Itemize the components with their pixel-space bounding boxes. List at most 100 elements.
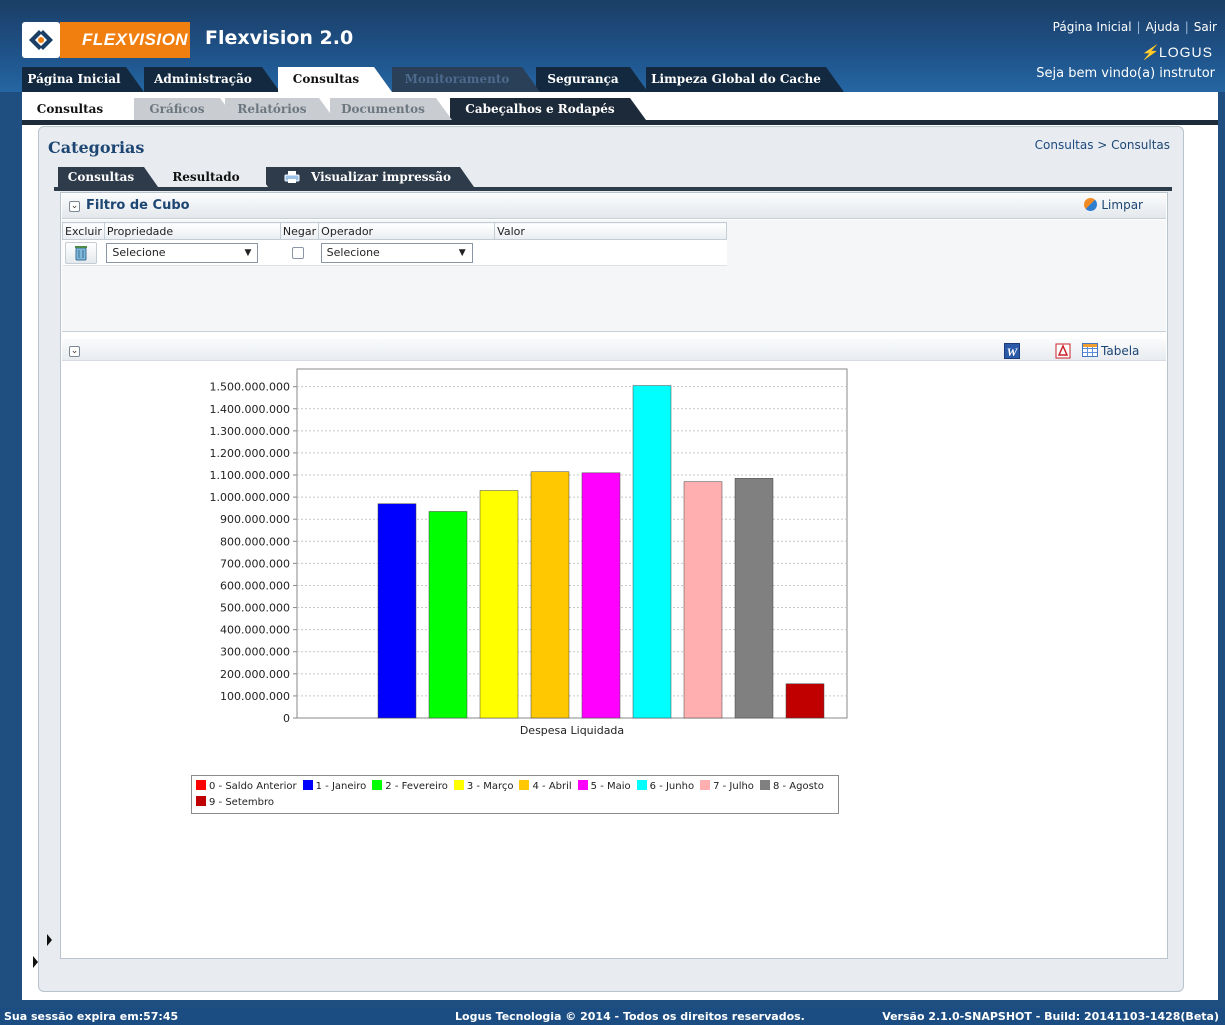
tab-consultas[interactable]: Consultas	[278, 67, 392, 92]
legend-label: 1 - Janeiro	[315, 781, 367, 792]
legend-label: 3 - Março	[466, 781, 514, 792]
breadcrumb: Consultas > Consultas	[1034, 138, 1170, 152]
col-excluir: Excluir	[62, 222, 105, 240]
y-tick-label: 500.000.000	[220, 602, 290, 615]
property-select[interactable]: Selecione ▼	[106, 242, 259, 263]
dropdown-arrow-icon: ▼	[244, 247, 252, 258]
filter-table: Excluir Propriedade Negar Operador Valor…	[62, 222, 728, 266]
y-tick-label: 200.000.000	[220, 668, 290, 681]
tab-consultas-inner[interactable]: Consultas	[58, 167, 158, 187]
expand-arrow-icon[interactable]	[33, 956, 38, 968]
legend-label: 4 - Abril	[532, 781, 572, 792]
delete-row-button[interactable]	[64, 241, 97, 264]
legend-swatch	[372, 780, 383, 790]
legend-swatch	[302, 780, 313, 790]
y-tick-label: 1.000.000.000	[210, 491, 290, 504]
legend-swatch	[577, 780, 588, 790]
legend-label: 0 - Saldo Anterior	[209, 781, 297, 792]
legend-item: 0 - Saldo Anterior	[196, 779, 297, 795]
word-icon[interactable]: W	[1004, 343, 1020, 359]
col-propriedade: Propriedade	[103, 222, 281, 240]
dropdown-arrow-icon: ▼	[458, 247, 466, 258]
y-tick-label: 900.000.000	[220, 513, 290, 526]
subtab-relatorios[interactable]: Relatórios	[225, 98, 335, 120]
legend-item: 6 - Junho	[636, 779, 695, 795]
tab-pagina-inicial[interactable]: Página Inicial	[22, 67, 144, 92]
legend-swatch	[453, 780, 464, 790]
table-view-button[interactable]: Tabela	[1082, 343, 1139, 358]
filter-title: Filtro de Cubo	[86, 198, 190, 213]
page-title: Categorias	[48, 138, 145, 157]
bar-1	[377, 503, 417, 719]
bar-3	[479, 490, 519, 719]
help-link[interactable]: Ajuda	[1146, 20, 1180, 34]
col-valor: Valor	[494, 222, 728, 240]
legend-swatch	[759, 780, 770, 790]
value-cell[interactable]	[494, 239, 727, 266]
negate-checkbox[interactable]	[292, 247, 305, 259]
legend-item: 1 - Janeiro	[302, 779, 367, 795]
result-header	[62, 339, 1166, 361]
legend-swatch	[196, 780, 206, 790]
flexvision-logo-icon	[22, 22, 60, 58]
pdf-icon[interactable]	[1055, 343, 1071, 363]
breadcrumb-item[interactable]: Consultas	[1035, 138, 1094, 152]
operator-select[interactable]: Selecione ▼	[320, 242, 473, 263]
clear-filter-button[interactable]: Limpar	[1084, 198, 1143, 212]
subtab-graficos[interactable]: Gráficos	[134, 98, 236, 120]
y-tick-label: 0	[283, 712, 290, 725]
tab-visualizar-impressao[interactable]: Visualizar impressão	[266, 167, 474, 187]
legend-item: 7 - Julho	[700, 779, 754, 795]
col-operador: Operador	[318, 222, 496, 240]
tab-limpeza-cache[interactable]: Limpeza Global do Cache	[646, 67, 844, 92]
legend-swatch	[700, 780, 711, 790]
tab-visualizar-label: Visualizar impressão	[310, 170, 451, 184]
clear-label: Limpar	[1101, 198, 1143, 212]
legend-item: 2 - Fevereiro	[372, 779, 448, 795]
table-label: Tabela	[1101, 344, 1140, 358]
tab-seguranca[interactable]: Segurança	[536, 67, 648, 92]
bar-8	[734, 478, 774, 719]
collapse-filter-icon[interactable]: ⌄	[69, 201, 80, 212]
tab-resultado[interactable]: Resultado	[158, 167, 268, 187]
y-tick-label: 100.000.000	[220, 690, 290, 703]
filter-header	[62, 194, 1166, 219]
tab-monitoramento: Monitoramento	[392, 67, 540, 92]
logus-logo: ⚡LOGUS	[1140, 44, 1213, 60]
bar-6	[632, 385, 672, 719]
bar-7	[683, 481, 723, 719]
subtab-cabecalhos-rodapes[interactable]: Cabeçalhos e Rodapés	[450, 98, 646, 120]
tab-administracao[interactable]: Administração	[144, 67, 280, 92]
bar-4	[530, 471, 570, 719]
legend-swatch	[196, 796, 206, 806]
subtab-strip	[22, 120, 1218, 125]
subtab-consultas[interactable]: Consultas	[22, 98, 134, 120]
y-tick-label: 1.200.000.000	[210, 447, 290, 460]
x-axis-label: Despesa Liquidada	[520, 724, 624, 737]
y-tick-label: 800.000.000	[220, 535, 290, 548]
copyright: Logus Tecnologia © 2014 - Todos os direi…	[455, 1010, 805, 1023]
legend-label: 6 - Junho	[649, 781, 695, 792]
collapse-result-icon[interactable]: ⌄	[69, 346, 80, 357]
version-info: Versão 2.1.0-SNAPSHOT - Build: 20141103-…	[882, 1010, 1219, 1023]
logout-link[interactable]: Sair	[1194, 20, 1217, 34]
top-links: Página Inicial | Ajuda | Sair	[1052, 20, 1217, 34]
bar-9	[785, 683, 825, 719]
legend-label: 9 - Setembro	[209, 797, 274, 808]
legend-label: 5 - Maio	[590, 781, 631, 792]
expand-arrow-icon[interactable]	[47, 934, 52, 946]
y-tick-label: 300.000.000	[220, 646, 290, 659]
legend-label: 2 - Fevereiro	[385, 781, 448, 792]
brand-logo: FLEXVISION	[60, 22, 190, 58]
subtab-documentos[interactable]: Documentos	[330, 98, 452, 120]
home-link[interactable]: Página Inicial	[1053, 20, 1132, 34]
legend-item: 5 - Maio	[577, 779, 631, 795]
session-timer: Sua sessão expira em:57:45	[4, 1010, 179, 1023]
legend-item: 4 - Abril	[519, 779, 572, 795]
inner-tab-strip	[54, 187, 1172, 191]
table-grid-icon	[1082, 343, 1098, 357]
filter-row: Selecione ▼ Selecione ▼	[62, 239, 727, 266]
bar-2	[428, 511, 468, 719]
bar-5	[581, 472, 621, 719]
legend-label: 8 - Agosto	[772, 781, 824, 792]
